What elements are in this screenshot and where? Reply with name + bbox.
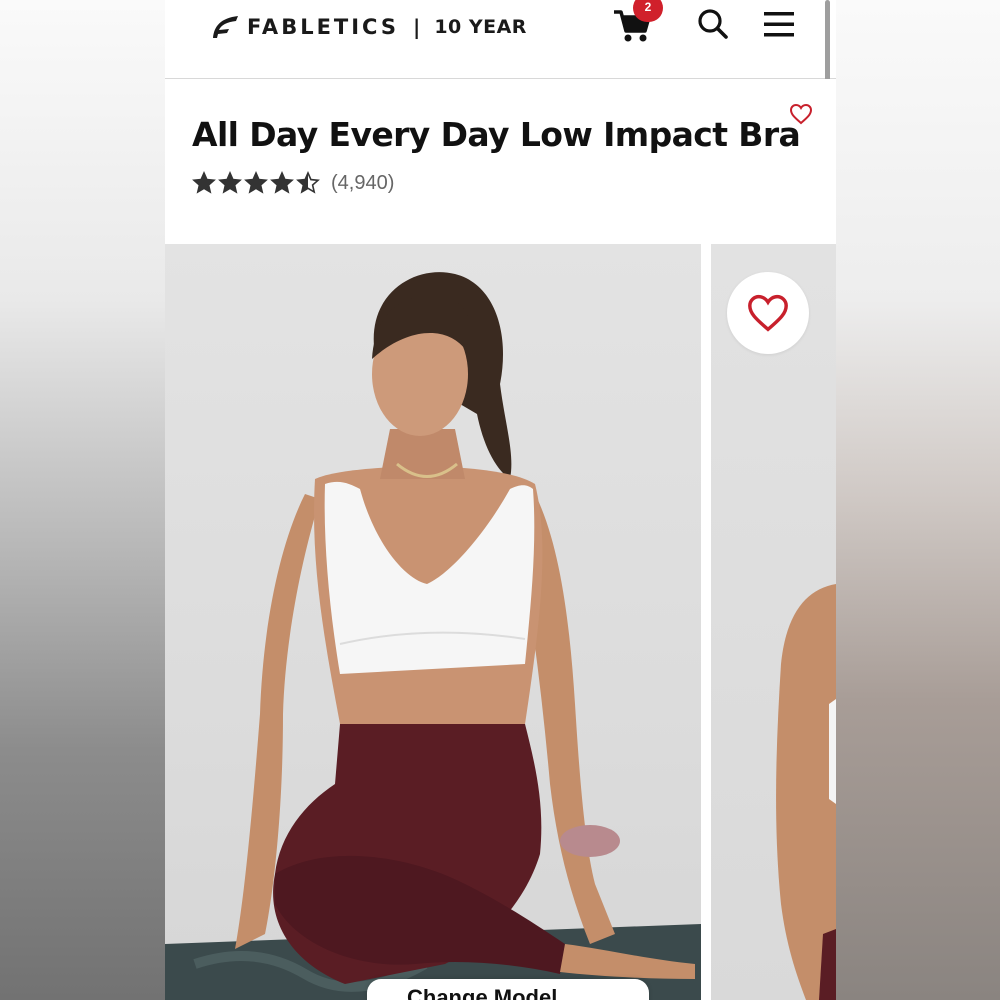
hamburger-menu-icon[interactable] [763,8,795,40]
product-title: All Day Every Day Low Impact Bra [192,115,801,154]
fabletics-logo-icon [213,16,238,38]
heart-icon [748,294,788,332]
rating-stars [192,171,322,195]
background-left-blur [0,0,165,1000]
star-icon [296,171,320,194]
brand-logo[interactable]: FABLETICS | 10 YEAR [209,10,527,44]
model-illustration-next [776,584,836,1000]
wishlist-button[interactable] [727,272,809,354]
product-header: All Day Every Day Low Impact Bra (4,940) [165,79,836,244]
phone-screen: FABLETICS | 10 YEAR 2 All Day Every Day … [165,0,836,1000]
star-icon [192,171,216,194]
product-photo-next[interactable] [711,244,836,1000]
brand-separator: | [413,15,421,39]
product-rating[interactable]: (4,940) [192,171,394,195]
review-count: (4,940) [331,171,395,194]
site-header: FABLETICS | 10 YEAR 2 [165,0,836,79]
brand-name: FABLETICS [247,15,399,39]
change-model-label: Change Model [407,985,558,1000]
background-right-blur [836,0,1000,1000]
product-photo-main [165,244,701,1000]
star-icon [244,171,268,194]
product-image-carousel[interactable]: Change Model [165,244,836,1000]
star-icon [270,171,294,194]
cart-count-badge: 2 [633,0,663,22]
model-illustration [165,272,701,1000]
heart-icon[interactable] [789,103,813,125]
star-icon [218,171,242,194]
change-model-button[interactable]: Change Model [367,979,649,1000]
search-icon[interactable] [697,8,729,40]
anniversary-label: 10 YEAR [434,16,527,38]
